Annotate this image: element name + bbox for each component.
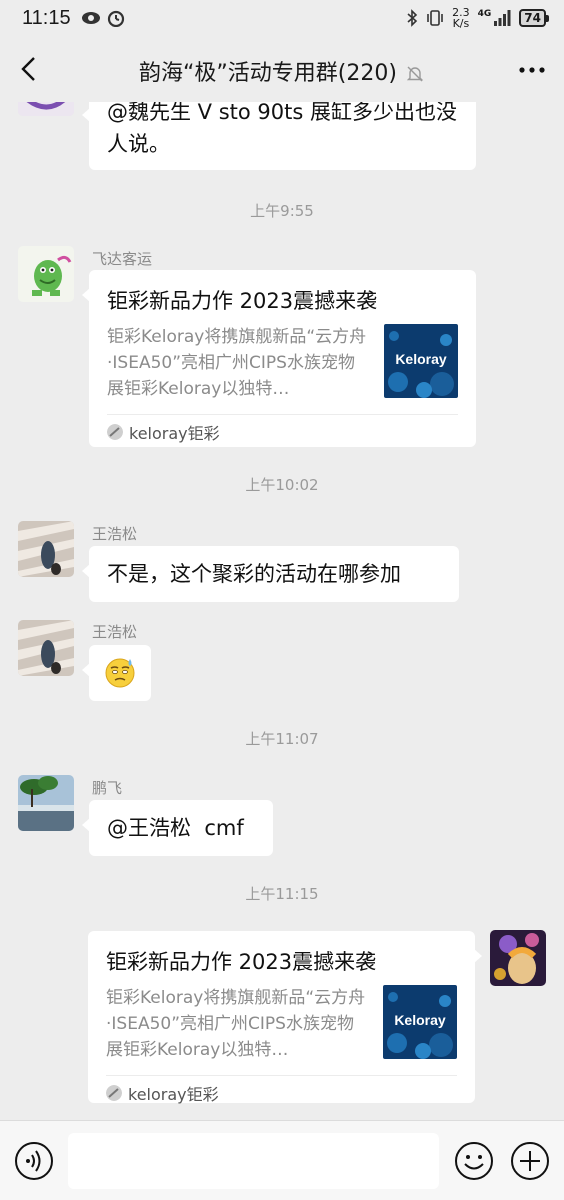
battery-indicator: 74 — [519, 9, 549, 27]
vibrate-icon — [427, 10, 443, 26]
sender-name: 王浩松 — [92, 525, 138, 543]
card-source: keloray钜彩 — [107, 414, 458, 448]
chat-messages[interactable]: @魏先生 V sto 90ts 展缸多少出也没人说。 上午9:55 飞达客运 钜… — [0, 102, 564, 1120]
plus-icon[interactable] — [510, 1141, 550, 1181]
more-options-icon[interactable] — [518, 58, 546, 82]
input-bar — [0, 1120, 564, 1200]
card-title: 钜彩新品力作 2023震撼来袭 — [107, 289, 378, 313]
bluetooth-icon — [407, 9, 418, 27]
message-text: 不是，这个聚彩的活动在哪参加 — [107, 562, 401, 586]
message-timestamp: 上午10:02 — [245, 476, 319, 494]
status-time: 11:15 — [22, 6, 71, 29]
sender-name: 飞达客运 — [92, 250, 153, 268]
card-source-name: keloray钜彩 — [129, 423, 220, 443]
my-avatar[interactable] — [490, 930, 546, 986]
muted-bell-icon — [406, 66, 424, 82]
sender-name: 鹏飞 — [92, 779, 123, 797]
message-timestamp: 上午11:07 — [245, 730, 319, 748]
chat-title-row: 韵海“极”活动专用群(220) — [0, 55, 564, 87]
link-card[interactable]: 钜彩新品力作 2023震撼来袭 钜彩Keloray将携旗舰新品“云方舟·ISEA… — [88, 931, 482, 1104]
message-text: @王浩松 cmf — [107, 816, 244, 840]
message-bubble[interactable]: @魏先生 V sto 90ts 展缸多少出也没人说。 — [82, 102, 476, 170]
message-input[interactable] — [68, 1133, 439, 1189]
title-bar: 韵海“极”活动专用群(220) — [0, 36, 564, 102]
avatar[interactable] — [18, 246, 74, 302]
message-bubble[interactable]: 不是，这个聚彩的活动在哪参加 — [82, 546, 459, 602]
network-type: 4G — [477, 9, 492, 19]
chat-title: 韵海“极”活动专用群(220) — [139, 61, 397, 86]
avatar[interactable] — [18, 620, 74, 676]
status-bar: 11:15 2.3 K/s 4G 74 — [0, 0, 564, 36]
card-source-name: keloray钜彩 — [128, 1084, 219, 1104]
message-bubble[interactable]: @王浩松 cmf — [82, 800, 273, 856]
card-thumbnail: Keloray — [384, 324, 458, 398]
card-description: 钜彩Keloray将携旗舰新品“云方舟·ISEA50”亮相广州CIPS水族宠物展… — [107, 327, 367, 399]
link-card[interactable]: 钜彩新品力作 2023震撼来袭 钜彩Keloray将携旗舰新品“云方舟·ISEA… — [82, 270, 476, 448]
net-speed: 2.3 K/s — [452, 6, 470, 30]
thumb-brand-text: Keloray — [396, 351, 448, 367]
card-description: 钜彩Keloray将携旗舰新品“云方舟·ISEA50”亮相广州CIPS水族宠物展… — [106, 988, 366, 1060]
emoji-icon[interactable] — [454, 1141, 494, 1181]
message-timestamp: 上午11:15 — [245, 885, 319, 903]
message-timestamp: 上午9:55 — [250, 202, 314, 220]
avatar[interactable] — [18, 775, 74, 831]
card-thumbnail: Keloray — [383, 985, 457, 1059]
signal-icon — [494, 10, 511, 26]
sender-name: 王浩松 — [92, 623, 138, 641]
card-source: keloray钜彩 — [106, 1075, 457, 1109]
avatar[interactable] — [18, 521, 74, 577]
voice-input-icon[interactable] — [14, 1141, 54, 1181]
message-text: @魏先生 V sto 90ts 展缸多少出也没人说。 — [107, 102, 457, 156]
source-logo-icon — [107, 423, 123, 440]
eye-icon — [81, 12, 100, 24]
thumb-brand-text: Keloray — [395, 1012, 447, 1028]
source-logo-icon — [106, 1084, 122, 1101]
avatar[interactable] — [18, 102, 74, 116]
alarm-icon — [107, 10, 124, 27]
message-bubble[interactable] — [82, 645, 151, 701]
sweat-emoji-icon — [105, 658, 135, 688]
card-title: 钜彩新品力作 2023震撼来袭 — [106, 950, 377, 974]
